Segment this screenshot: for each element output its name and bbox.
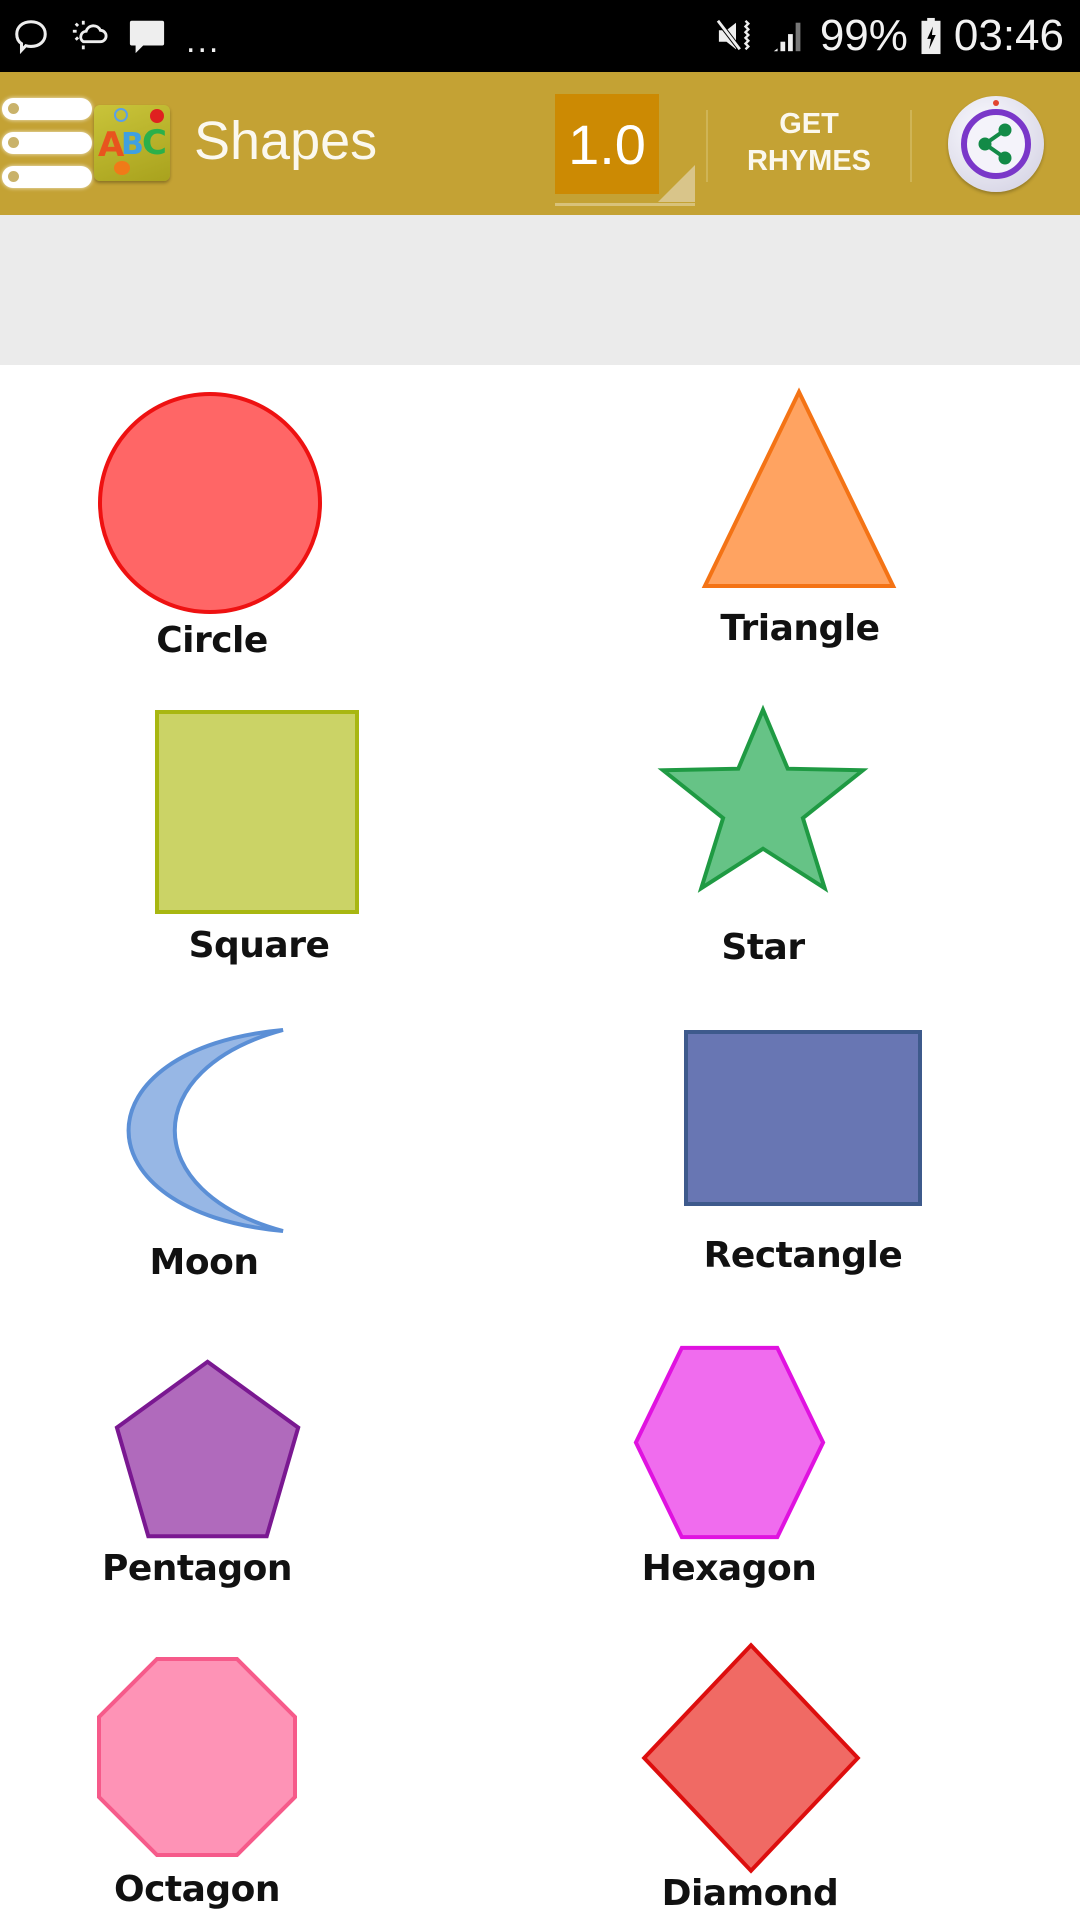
signal-strength-icon	[773, 22, 801, 52]
battery-charging-icon	[921, 17, 941, 55]
notification-icons: ...	[12, 14, 220, 58]
chat-bubble-outline-icon	[15, 20, 47, 55]
speed-selector[interactable]: 1.0	[555, 94, 659, 194]
logo-ball-icon	[114, 108, 128, 122]
weather-partly-cloudy-icon	[72, 20, 108, 50]
notification-dot	[993, 100, 999, 106]
square-shape-icon	[155, 710, 359, 914]
shape-label: Triangle	[720, 608, 880, 649]
clock: 03:46	[953, 11, 1064, 60]
dropdown-corner-icon	[658, 165, 695, 202]
system-indicators: 99% 03:46	[714, 10, 1064, 62]
circle-shape	[98, 392, 322, 614]
more-notifications-indicator: ...	[186, 22, 221, 60]
star-shape-icon	[657, 704, 869, 893]
logo-pumpkin-icon	[114, 161, 130, 175]
shape-label: Moon	[149, 1242, 259, 1283]
battery-percent: 99%	[819, 11, 908, 60]
page-title: Shapes	[194, 111, 378, 171]
menu-button[interactable]	[0, 98, 98, 190]
hexagon-shape	[633, 1345, 826, 1540]
moon-shape-icon	[126, 1028, 284, 1233]
rectangle-shape	[684, 1030, 922, 1206]
get-rhymes-label-line2: RHYMES	[746, 145, 872, 177]
get-rhymes-button[interactable]: GET RHYMES	[710, 106, 908, 182]
triangle-shape	[701, 387, 897, 588]
hexagon-shape-icon	[633, 1345, 826, 1540]
logo-apple-icon	[150, 109, 164, 123]
share-ring	[961, 109, 1031, 179]
divider	[910, 110, 912, 182]
shape-label: Square	[188, 925, 330, 966]
menu-icon	[2, 98, 92, 120]
logo-letter-c: C	[142, 123, 167, 163]
shape-label: Diamond	[661, 1873, 839, 1914]
shape-label: Circle	[156, 620, 268, 661]
ad-banner-area	[0, 215, 1080, 365]
speed-underline	[555, 203, 695, 206]
get-rhymes-label-line1: GET	[779, 108, 839, 140]
shape-label: Hexagon	[641, 1548, 817, 1589]
status-bar: ... 99% 03:46	[0, 0, 1080, 72]
star-shape	[657, 704, 869, 893]
share-button[interactable]	[948, 96, 1044, 192]
divider	[706, 110, 708, 182]
diamond-shape-icon	[641, 1642, 861, 1874]
pentagon-shape-icon	[114, 1359, 301, 1539]
logo-letter-b: B	[121, 127, 144, 162]
diamond-shape	[641, 1642, 861, 1874]
menu-icon-line	[2, 132, 92, 154]
abc-app-logo-icon: A B C	[94, 105, 170, 181]
shapes-grid: Circle Triangle Square Star Moon Rectang…	[0, 365, 1080, 1920]
mute-vibrate-icon	[715, 19, 750, 51]
rectangle-shape-icon	[684, 1030, 922, 1206]
share-icon	[978, 123, 1012, 165]
moon-shape	[126, 1028, 284, 1233]
shape-label: Rectangle	[703, 1235, 903, 1276]
shape-label: Star	[721, 927, 805, 968]
octagon-shape	[97, 1657, 297, 1857]
shape-label: Octagon	[113, 1869, 281, 1910]
app-bar: A B C Shapes 1.0 GET RHYMES	[0, 72, 1080, 215]
menu-icon-line	[2, 166, 92, 188]
pentagon-shape	[114, 1359, 301, 1539]
message-icon	[129, 20, 165, 54]
shape-label: Pentagon	[101, 1548, 293, 1589]
triangle-shape-icon	[701, 387, 897, 588]
octagon-shape-icon	[97, 1657, 297, 1857]
circle-shape-icon	[98, 392, 322, 614]
square-shape	[155, 710, 359, 914]
